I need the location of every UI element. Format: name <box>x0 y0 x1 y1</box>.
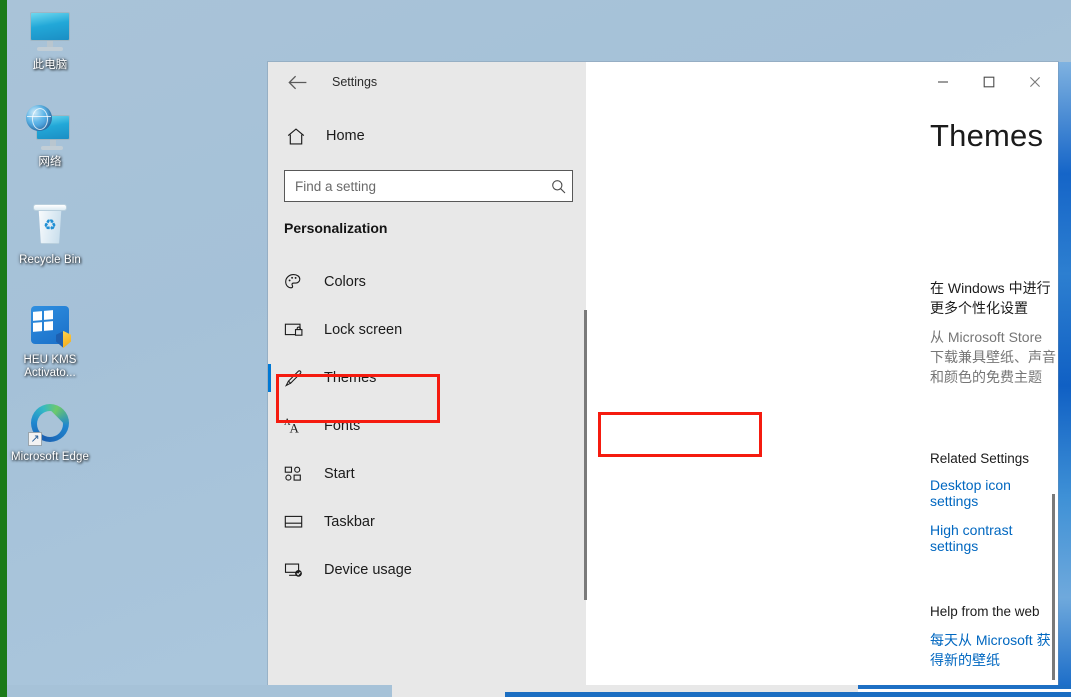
sidebar-home-label: Home <box>326 128 365 144</box>
sidebar-item-colors[interactable]: Colors <box>268 258 586 306</box>
desktop-icon-label: 此电脑 <box>32 59 68 71</box>
window-titlebar: Settings <box>268 62 586 102</box>
settings-window: Settings Home Person <box>268 62 1058 685</box>
sidebar-scrollbar[interactable] <box>584 310 587 600</box>
sidebar-category-title: Personalization <box>284 220 388 236</box>
network-icon <box>26 105 74 153</box>
shortcut-overlay-icon: ↗ <box>28 432 42 446</box>
related-settings-heading: Related Settings <box>930 451 1030 466</box>
desktop-icon-label: 网络 <box>38 156 62 168</box>
desktop-icon-network[interactable]: 网络 <box>4 105 96 169</box>
page-title-wrap: Themes <box>930 118 1058 154</box>
fonts-icon: A A <box>284 417 312 435</box>
paintbrush-icon <box>284 369 312 388</box>
desktop-icon-label: Recycle Bin <box>19 254 81 266</box>
sidebar-item-label: Colors <box>324 274 366 290</box>
sidebar-item-label: Device usage <box>324 562 412 578</box>
palette-icon <box>284 273 312 292</box>
taskbar-accent-bar <box>505 692 1071 697</box>
promo-heading: 在 Windows 中进行更多个性化设置 <box>930 280 1051 316</box>
window-controls <box>920 62 1058 102</box>
start-tiles-icon <box>284 465 312 483</box>
sidebar-item-start[interactable]: Start <box>268 450 586 498</box>
minimize-button[interactable] <box>920 62 966 102</box>
desktop-wallpaper-right-strip <box>1058 62 1071 685</box>
taskbar-icon <box>284 514 312 530</box>
sidebar-item-label: Taskbar <box>324 514 375 530</box>
sidebar-item-label: Lock screen <box>324 322 403 338</box>
sidebar-item-label: Fonts <box>324 418 361 434</box>
settings-sidebar: Settings Home Person <box>268 62 587 685</box>
search-box[interactable] <box>284 170 573 202</box>
screen-left-green-edge <box>0 0 7 697</box>
link-high-contrast-settings[interactable]: High contrast settings <box>930 522 1058 554</box>
taskbar-left-segment <box>0 685 392 697</box>
taskbar[interactable] <box>0 685 1071 697</box>
page-title: Themes <box>930 118 1044 153</box>
home-icon <box>286 127 316 146</box>
recycle-bin-icon: ♻ <box>26 203 74 251</box>
svg-text:A: A <box>290 421 300 436</box>
maximize-button[interactable] <box>966 62 1012 102</box>
search-input[interactable] <box>285 172 544 200</box>
sidebar-item-device-usage[interactable]: Device usage <box>268 546 586 594</box>
sidebar-item-label: Start <box>324 466 355 482</box>
back-button[interactable] <box>274 66 320 98</box>
content-body: 在 Windows 中进行更多个性化设置 从 Microsoft Store 下… <box>586 278 1058 685</box>
lock-screen-icon <box>284 321 312 339</box>
link-daily-wallpaper[interactable]: 每天从 Microsoft 获得新的壁纸 <box>930 630 1058 670</box>
sidebar-item-label: Themes <box>324 370 377 386</box>
desktop-icon-microsoft-edge[interactable]: ↗ Microsoft Edge <box>4 400 96 464</box>
heu-kms-activator-icon <box>26 303 74 351</box>
sidebar-item-lock-screen[interactable]: Lock screen <box>268 306 586 354</box>
promo-subtext: 从 Microsoft Store 下载兼具壁纸、声音和颜色的免费主题 <box>930 329 1056 385</box>
desktop-icon-this-pc[interactable]: 此电脑 <box>4 8 96 72</box>
link-desktop-icon-settings[interactable]: Desktop icon settings <box>930 477 1058 509</box>
search-icon <box>544 179 572 194</box>
sidebar-item-taskbar[interactable]: Taskbar <box>268 498 586 546</box>
close-button[interactable] <box>1012 62 1058 102</box>
settings-content-pane: Themes 在 Windows 中进行更多个性化设置 从 Microsoft … <box>586 62 1058 685</box>
device-usage-icon <box>284 561 312 579</box>
content-scrollbar[interactable] <box>1052 494 1055 680</box>
desktop-icon-recycle-bin[interactable]: ♻ Recycle Bin <box>4 203 96 267</box>
microsoft-edge-icon: ↗ <box>26 400 74 448</box>
sidebar-item-themes[interactable]: Themes <box>268 354 586 402</box>
help-from-web-heading: Help from the web <box>930 604 1040 619</box>
window-title: Settings <box>332 75 378 89</box>
sidebar-item-fonts[interactable]: A A Fonts <box>268 402 586 450</box>
sidebar-item-home[interactable]: Home <box>286 118 586 154</box>
this-pc-icon <box>26 8 74 56</box>
desktop-icon-label: HEU KMS Activato... <box>23 354 77 379</box>
desktop-icon-heu-kms-activator[interactable]: HEU KMS Activato... <box>4 303 96 380</box>
sidebar-nav-list: Colors Lock screen Themes A A Fonts Star… <box>268 258 586 594</box>
desktop-icon-label: Microsoft Edge <box>10 451 90 463</box>
desktop: 此电脑 网络 ♻ Recycle Bin HEU KMS Activato...… <box>0 0 1071 697</box>
